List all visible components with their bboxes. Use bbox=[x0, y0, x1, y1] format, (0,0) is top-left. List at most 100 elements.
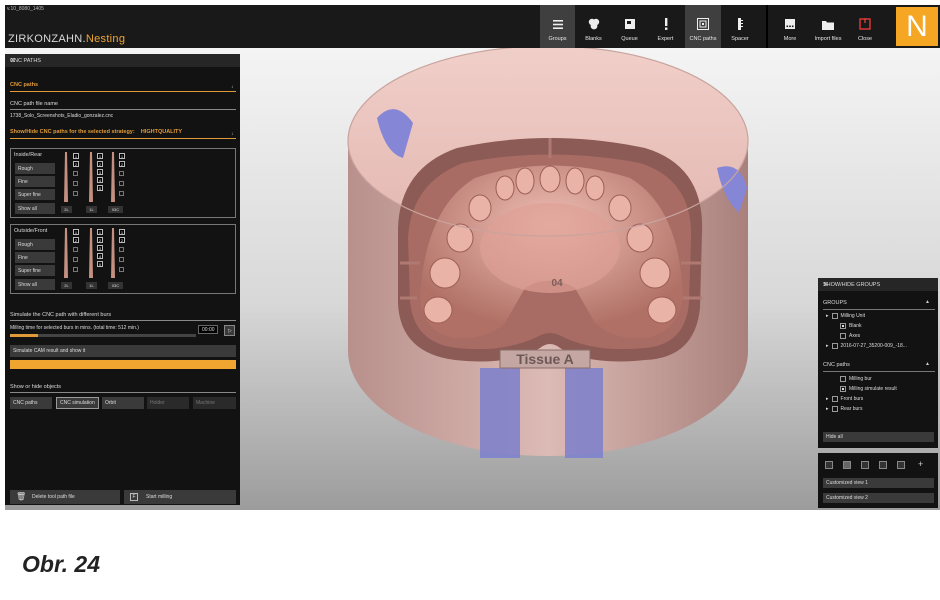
bur-step-number[interactable]: 1 bbox=[97, 153, 103, 159]
fine-button[interactable]: Fine bbox=[15, 252, 55, 263]
bur-checkbox[interactable] bbox=[119, 247, 124, 252]
show-all-button[interactable]: Show all bbox=[15, 279, 55, 290]
chevron-down-icon[interactable]: ↓ bbox=[231, 131, 234, 137]
file-icon: F bbox=[130, 493, 138, 501]
toolbar-queue-button[interactable]: Queue bbox=[612, 5, 647, 48]
fine-button[interactable]: Fine bbox=[15, 176, 55, 187]
bur-step-number[interactable]: 5 bbox=[97, 261, 103, 267]
toolbar-groups-button[interactable]: Groups bbox=[540, 5, 575, 48]
bur-checkbox[interactable] bbox=[73, 181, 78, 186]
toolbar-cnc-paths-button[interactable]: CNC paths bbox=[685, 5, 721, 48]
bur-checkbox[interactable] bbox=[73, 247, 78, 252]
bur-step-number[interactable]: 4 bbox=[97, 177, 103, 183]
checkbox[interactable] bbox=[840, 333, 846, 339]
view-preset-icon[interactable] bbox=[825, 461, 833, 469]
view-preset-icon[interactable] bbox=[879, 461, 887, 469]
group-axes[interactable]: Axes bbox=[840, 333, 860, 339]
milling-progress-bar[interactable] bbox=[10, 334, 196, 337]
expand-arrow-icon[interactable]: ▸ bbox=[826, 396, 829, 402]
rough-button[interactable]: Rough bbox=[15, 239, 55, 250]
toolbar-spacer-button[interactable]: Spacer bbox=[723, 5, 757, 48]
add-view-icon[interactable]: + bbox=[918, 460, 926, 469]
checkbox[interactable] bbox=[840, 386, 846, 392]
simulate-cam-button[interactable]: Simulate CAM result and show it bbox=[10, 345, 236, 357]
delete-tool-path-button[interactable]: 🗑 Delete tool path file bbox=[10, 490, 120, 504]
checkbox[interactable] bbox=[831, 396, 838, 402]
bur-checkbox[interactable] bbox=[73, 171, 78, 176]
view-preset-icon[interactable] bbox=[843, 461, 851, 469]
group-milling-simulate[interactable]: Milling simulate result bbox=[840, 386, 897, 392]
bur-label: 2L bbox=[61, 282, 72, 289]
bur-label: 03C bbox=[108, 282, 123, 289]
bur-step-number[interactable]: 2 bbox=[73, 161, 79, 167]
checkbox[interactable] bbox=[831, 343, 838, 349]
item-label: Rear burs bbox=[840, 406, 863, 412]
chevron-up-icon[interactable]: ▲ bbox=[925, 299, 930, 305]
toolbar-import-files-button[interactable]: Import files bbox=[809, 5, 847, 48]
bur-step-number[interactable]: 1 bbox=[119, 153, 125, 159]
bur-checkbox[interactable] bbox=[119, 171, 124, 176]
cnc-paths-toggle[interactable]: CNC paths bbox=[10, 397, 52, 409]
bur-step-number[interactable]: 2 bbox=[73, 237, 79, 243]
bur-step-number[interactable]: 2 bbox=[97, 237, 103, 243]
expand-arrow-icon[interactable]: ▸ bbox=[826, 313, 829, 319]
chevron-up-icon[interactable]: ▲ bbox=[925, 361, 930, 367]
time-value: 00:00 bbox=[198, 325, 218, 334]
show-all-button[interactable]: Show all bbox=[15, 203, 55, 214]
hide-all-button[interactable]: Hide all bbox=[823, 432, 934, 442]
group-front-burs[interactable]: ▸ Front burs bbox=[826, 396, 863, 402]
super-fine-button[interactable]: Super fine bbox=[15, 189, 55, 200]
group-milling-unit[interactable]: ▸ Milling Unit bbox=[826, 313, 865, 319]
expand-arrow-icon[interactable]: ▸ bbox=[826, 343, 829, 349]
bur-step-number[interactable]: 3 bbox=[97, 169, 103, 175]
bur-checkbox[interactable] bbox=[119, 191, 124, 196]
rough-button[interactable]: Rough bbox=[15, 163, 55, 174]
group-rear-burs[interactable]: ▸ Rear burs bbox=[826, 406, 862, 412]
bur-label: 1L bbox=[86, 282, 97, 289]
bur-step-number[interactable]: 2 bbox=[97, 161, 103, 167]
bur-checkbox[interactable] bbox=[119, 267, 124, 272]
close-icon[interactable]: × bbox=[823, 279, 933, 289]
bur-step-number[interactable]: 2 bbox=[119, 161, 125, 167]
customized-view-1-button[interactable]: Customized view 1 bbox=[823, 478, 934, 488]
super-fine-button[interactable]: Super fine bbox=[15, 265, 55, 276]
bur-step-number[interactable]: 1 bbox=[73, 153, 79, 159]
checkbox[interactable] bbox=[831, 406, 838, 412]
bur-checkbox[interactable] bbox=[73, 257, 78, 262]
play-icon[interactable]: ▷ bbox=[224, 325, 235, 336]
group-blank[interactable]: Blank bbox=[840, 323, 862, 329]
bur-checkbox[interactable] bbox=[73, 267, 78, 272]
bur-step-number[interactable]: 2 bbox=[119, 237, 125, 243]
customized-view-2-button[interactable]: Customized view 2 bbox=[823, 493, 934, 503]
bur-step-number[interactable]: 3 bbox=[97, 245, 103, 251]
more-icon bbox=[784, 18, 796, 30]
expand-arrow-icon[interactable]: ▸ bbox=[826, 406, 829, 412]
start-milling-button[interactable]: F Start milling bbox=[124, 490, 236, 504]
group-milling-bur[interactable]: Milling bur bbox=[840, 376, 872, 382]
machine-toggle[interactable]: Machine bbox=[193, 397, 236, 409]
bur-step-number[interactable]: 1 bbox=[97, 229, 103, 235]
cnc-simulation-toggle[interactable]: CNC simulation bbox=[56, 397, 99, 409]
group-job[interactable]: ▸ 2016-07-27_35200-009_-18... bbox=[826, 343, 907, 349]
bur-step-number[interactable]: 1 bbox=[119, 229, 125, 235]
toolbar-more-button[interactable]: More bbox=[775, 5, 805, 48]
checkbox[interactable] bbox=[840, 323, 846, 329]
checkbox[interactable] bbox=[831, 313, 838, 319]
view-preset-icon[interactable] bbox=[897, 461, 905, 469]
toolbar-close-button[interactable]: Close bbox=[850, 5, 880, 48]
bur-checkbox[interactable] bbox=[73, 191, 78, 196]
orbit-toggle[interactable]: Orbit bbox=[102, 397, 144, 409]
close-icon[interactable]: × bbox=[10, 55, 235, 65]
view-preset-icon[interactable] bbox=[861, 461, 869, 469]
groups-label: GROUPS bbox=[823, 300, 847, 306]
checkbox[interactable] bbox=[840, 376, 846, 382]
bur-step-number[interactable]: 4 bbox=[97, 253, 103, 259]
chevron-down-icon[interactable]: ↓ bbox=[231, 84, 234, 90]
holder-toggle[interactable]: Holder bbox=[147, 397, 189, 409]
toolbar-blanks-button[interactable]: Blanks bbox=[577, 5, 610, 48]
bur-checkbox[interactable] bbox=[119, 257, 124, 262]
bur-checkbox[interactable] bbox=[119, 181, 124, 186]
bur-step-number[interactable]: 5 bbox=[97, 185, 103, 191]
bur-step-number[interactable]: 1 bbox=[73, 229, 79, 235]
toolbar-expert-button[interactable]: Expert bbox=[649, 5, 682, 48]
